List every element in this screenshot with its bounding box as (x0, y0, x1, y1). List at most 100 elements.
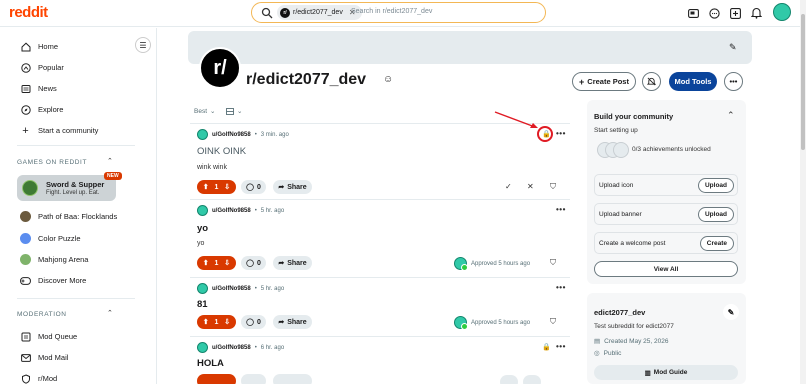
approve-icon[interactable]: ✓ (505, 182, 512, 191)
edit-about-button[interactable]: ✎ (723, 304, 739, 320)
featured-game-card[interactable]: Sword & Supper Fight. Level up. Eat. (17, 175, 116, 201)
vote-control[interactable]: ⬆ 1 ⇩ (197, 180, 236, 194)
sidebar-item-mahjong-arena[interactable]: Mahjong Arena (20, 254, 88, 265)
collapse-sidebar-button[interactable]: ☰ (135, 37, 151, 53)
comments-button[interactable]: ◯ 0 (241, 180, 266, 194)
view-all-button[interactable]: View All (594, 261, 738, 277)
post-options-button[interactable]: ••• (556, 205, 566, 214)
sidebar-item-label: Mod Queue (38, 332, 78, 341)
upvote-icon[interactable]: ⬆ (203, 318, 209, 326)
share-label: Share (287, 318, 307, 326)
share-button[interactable]: ➦ Share (273, 315, 312, 329)
vote-count: 1 (214, 183, 219, 191)
shield-icon[interactable]: ⛉ (550, 258, 556, 268)
post-title[interactable]: yo (197, 223, 208, 234)
menu-icon: ☰ (139, 40, 147, 50)
vote-control[interactable] (197, 374, 236, 384)
chat-icon[interactable] (707, 6, 721, 20)
post-title[interactable]: 81 (197, 299, 208, 310)
post-options-button[interactable]: ••• (556, 129, 566, 138)
share-button[interactable] (273, 374, 312, 384)
explore-icon (20, 104, 31, 115)
notifications-icon[interactable] (749, 6, 763, 20)
upvote-icon[interactable]: ⬆ (203, 183, 209, 191)
sidebar-item-label: Start a community (38, 126, 99, 135)
author-avatar[interactable] (197, 205, 208, 216)
remove-icon[interactable]: ✕ (527, 182, 534, 191)
create-welcome-post-button[interactable]: Create (699, 236, 734, 251)
search-input[interactable]: Search in r/edict2077_dev (351, 8, 432, 15)
subreddit-search-chip[interactable]: r/ r/edict2077_dev ✕ (277, 5, 362, 20)
edit-banner-icon[interactable]: ✎ (729, 42, 737, 53)
sidebar-item-mod-mail[interactable]: Mod Mail (20, 352, 68, 363)
sidebar-item-start-community[interactable]: + Start a community (20, 125, 99, 137)
author-avatar[interactable] (197, 283, 208, 294)
downvote-icon[interactable]: ⇩ (224, 318, 230, 326)
chevron-up-icon[interactable]: ⌃ (107, 157, 113, 165)
mod-tools-button[interactable]: Mod Tools (669, 72, 717, 91)
post-divider (190, 277, 570, 278)
user-avatar[interactable] (773, 3, 791, 21)
more-options-button[interactable]: ••• (724, 72, 743, 91)
post-title[interactable]: HOLA (197, 358, 224, 369)
sidebar-item-path-of-baa[interactable]: Path of Baa: Flocklands (20, 211, 117, 222)
remove-button[interactable] (523, 375, 541, 384)
view-dropdown[interactable]: ⌄ (226, 107, 242, 115)
sidebar-item-label: Mod Mail (38, 353, 69, 362)
chevron-up-icon[interactable]: ⌃ (107, 309, 113, 317)
sidebar-item-popular[interactable]: Popular (20, 62, 64, 73)
sidebar-item-color-puzzle[interactable]: Color Puzzle (20, 233, 81, 244)
advertise-icon[interactable] (686, 6, 700, 20)
achievement-icon (613, 142, 629, 158)
vote-control[interactable]: ⬆ 1 ⇩ (197, 315, 236, 329)
share-button[interactable]: ➦ Share (273, 180, 312, 194)
post-author[interactable]: u/GolfNo9858 (212, 132, 251, 138)
upvote-icon[interactable]: ⬆ (203, 259, 209, 267)
comments-button[interactable]: ◯ 0 (241, 315, 266, 329)
post-options-button[interactable]: ••• (556, 283, 566, 292)
downvote-icon[interactable]: ⇩ (224, 183, 230, 191)
sidebar-item-news[interactable]: News (20, 83, 57, 94)
post-author[interactable]: u/GolfNo9858 (212, 208, 251, 214)
share-button[interactable]: ➦ Share (273, 256, 312, 270)
author-avatar[interactable] (197, 129, 208, 140)
reddit-logo[interactable]: reddit (9, 4, 48, 21)
plus-icon: + (579, 76, 585, 87)
vote-control[interactable]: ⬆ 1 ⇩ (197, 256, 236, 270)
notifications-off-button[interactable] (642, 72, 661, 91)
sidebar-item-mod-queue[interactable]: Mod Queue (20, 331, 77, 342)
post-title[interactable]: OINK OINK (197, 146, 246, 157)
achievements-progress: 0/3 achievements unlocked (632, 146, 711, 153)
downvote-icon[interactable]: ⇩ (224, 259, 230, 267)
author-avatar[interactable] (197, 342, 208, 353)
post-time: 5 hr. ago (260, 285, 285, 292)
shield-icon[interactable]: ⛉ (550, 317, 556, 327)
comments-button[interactable] (241, 374, 266, 384)
share-label: Share (287, 259, 307, 267)
page-scrollbar[interactable] (800, 0, 806, 384)
chevron-up-icon[interactable]: ⌃ (727, 110, 735, 121)
lock-icon[interactable]: 🔒 (542, 343, 551, 351)
search-bar[interactable]: r/ r/edict2077_dev ✕ Search in r/edict20… (251, 2, 546, 23)
sword-and-supper-icon (22, 180, 38, 196)
comments-button[interactable]: ◯ 0 (241, 256, 266, 270)
sidebar-item-r-mod[interactable]: r/Mod (20, 373, 57, 384)
create-icon[interactable] (728, 6, 742, 20)
upload-icon-button[interactable]: Upload (697, 178, 734, 193)
post-options-button[interactable]: ••• (556, 342, 566, 351)
post-meta: u/GolfNo9858 • 5 hr. ago (197, 205, 284, 216)
post-author[interactable]: u/GolfNo9858 (212, 286, 251, 292)
sidebar-item-discover-more[interactable]: Discover More (20, 275, 86, 286)
sidebar-item-explore[interactable]: Explore (20, 104, 63, 115)
mod-guide-button[interactable]: ▥ Mod Guide (594, 365, 738, 380)
sort-dropdown[interactable]: Best ⌄ (194, 107, 215, 116)
moderator-avatar (454, 316, 468, 330)
scrollbar-thumb[interactable] (801, 14, 805, 150)
subreddit-badge-icon[interactable]: ☺ (383, 74, 393, 85)
approve-button[interactable] (500, 375, 518, 384)
shield-icon[interactable]: ⛉ (550, 182, 556, 192)
post-author[interactable]: u/GolfNo9858 (212, 345, 251, 351)
create-post-button[interactable]: + Create Post (572, 72, 636, 91)
sidebar-item-home[interactable]: Home (20, 41, 58, 52)
upload-banner-button[interactable]: Upload (697, 207, 734, 222)
